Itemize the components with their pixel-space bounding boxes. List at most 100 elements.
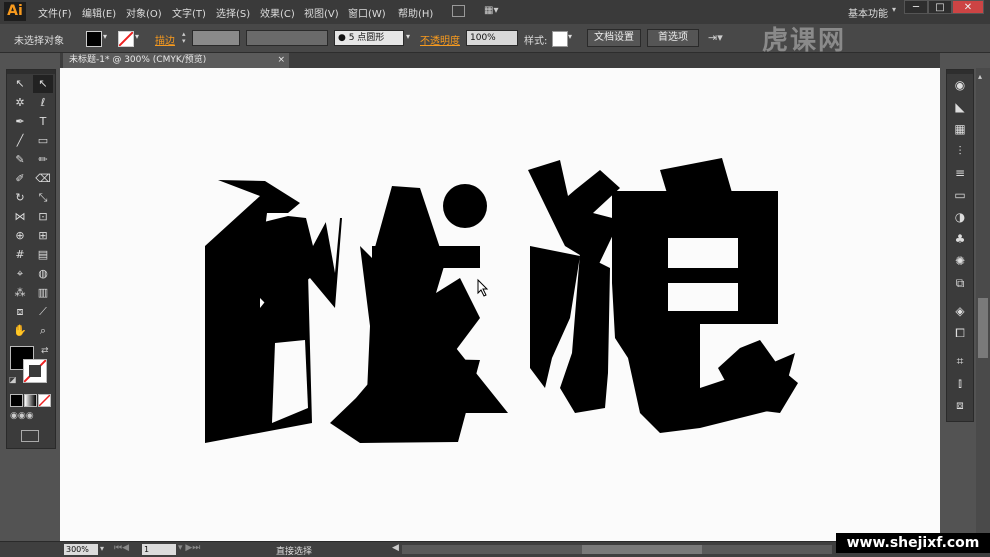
menu-effect[interactable]: 效果(C) <box>260 5 295 20</box>
chevron-down-icon[interactable]: ▾ <box>135 32 139 41</box>
color-panel-icon[interactable]: ◣ <box>952 99 968 115</box>
horizontal-scroll-thumb[interactable] <box>582 545 702 554</box>
chevron-down-icon[interactable]: ▾ <box>892 5 896 14</box>
width-tool-icon[interactable]: ⋈ <box>10 208 30 226</box>
transparency-icon[interactable]: ◑ <box>952 209 968 225</box>
chevron-down-icon[interactable]: ▾ <box>568 32 572 41</box>
first-artboard-icon[interactable]: ⏮◀ <box>114 543 129 553</box>
selection-tool-icon[interactable]: ↖ <box>10 75 30 93</box>
next-artboard-icon[interactable]: ▾ ▶⏭ <box>178 543 200 553</box>
graphic-styles-icon[interactable]: ⧉ <box>952 275 968 291</box>
color-guide-icon[interactable]: ◉ <box>952 77 968 93</box>
document-setup-button[interactable]: 文档设置 <box>587 29 641 47</box>
lasso-icon[interactable]: ℓ <box>33 94 53 112</box>
screen-mode-icon[interactable] <box>21 430 39 442</box>
paintbrush-icon[interactable]: ✎ <box>10 151 30 169</box>
vertical-scrollbar[interactable]: ▴ <box>976 68 990 541</box>
style-swatch[interactable] <box>552 31 568 47</box>
color-mode-icon[interactable] <box>10 394 23 407</box>
gradient-mode-icon[interactable] <box>24 394 37 407</box>
arrange-docs-icon[interactable]: ▦▾ <box>484 5 504 17</box>
zhan-glyph[interactable] <box>205 180 508 443</box>
swatches-icon[interactable]: ▦ <box>952 121 968 137</box>
free-transform-icon[interactable]: ⊡ <box>33 208 53 226</box>
eyedropper-icon[interactable]: ⌖ <box>10 265 30 283</box>
variable-width-field[interactable] <box>246 30 328 46</box>
menu-type[interactable]: 文字(T) <box>172 5 206 20</box>
menu-help[interactable]: 帮助(H) <box>398 5 433 20</box>
line-tool-icon[interactable]: ╱ <box>10 132 30 150</box>
symbol-sprayer-icon[interactable]: ⁂ <box>10 284 30 302</box>
pencil-icon[interactable]: ✏ <box>33 151 53 169</box>
stroke-panel-icon[interactable]: ≡ <box>952 165 968 181</box>
scroll-left-icon[interactable]: ◀ <box>392 543 399 553</box>
appearance-icon[interactable]: ✺ <box>952 253 968 269</box>
document-tab[interactable]: 未标题-1* @ 300% (CMYK/预览) × <box>63 53 289 68</box>
chevron-down-icon[interactable]: ▾ <box>406 32 410 41</box>
menu-object[interactable]: 对象(O) <box>126 5 162 20</box>
chevron-down-icon[interactable]: ▾ <box>103 32 107 41</box>
minimize-button[interactable]: ─ <box>904 0 928 14</box>
menu-file[interactable]: 文件(F) <box>38 5 72 20</box>
workspace-switcher[interactable]: 基本功能 <box>848 5 888 20</box>
eraser-icon[interactable]: ⌫ <box>33 170 53 188</box>
perspective-grid-icon[interactable]: ⊞ <box>33 227 53 245</box>
gradient-panel-icon[interactable]: ▭ <box>952 187 968 203</box>
draw-mode-icon[interactable]: ◉◉◉ <box>10 411 50 423</box>
blob-brush-icon[interactable]: ✐ <box>10 170 30 188</box>
artboards-icon[interactable]: ⧠ <box>952 325 968 341</box>
magic-wand-icon[interactable]: ✲ <box>10 94 30 112</box>
stroke-label[interactable]: 描边 <box>155 32 175 47</box>
shape-builder-icon[interactable]: ⊕ <box>10 227 30 245</box>
preferences-button[interactable]: 首选项 <box>647 29 699 47</box>
brushes-icon[interactable]: ⫶ <box>952 143 968 159</box>
scale-tool-icon[interactable]: ⤡ <box>33 189 53 207</box>
stroke-stepper[interactable]: ▴ ▾ <box>182 31 190 45</box>
scroll-up-icon[interactable]: ▴ <box>978 72 982 81</box>
menu-view[interactable]: 视图(V) <box>304 5 339 20</box>
artboard-tool-icon[interactable]: ⧈ <box>10 303 30 321</box>
mesh-tool-icon[interactable]: # <box>10 246 30 264</box>
menu-edit[interactable]: 编辑(E) <box>82 5 116 20</box>
chevron-down-icon[interactable]: ▾ <box>100 544 104 553</box>
gradient-tool-icon[interactable]: ▤ <box>33 246 53 264</box>
opacity-label[interactable]: 不透明度 <box>420 32 460 47</box>
align-icon[interactable]: ⫾ <box>952 375 968 391</box>
stroke-color-swatch[interactable] <box>23 359 47 383</box>
horizontal-scroll-track[interactable] <box>402 545 832 554</box>
scroll-thumb[interactable] <box>978 298 988 358</box>
panel-grip[interactable] <box>7 70 55 74</box>
fill-swatch[interactable] <box>86 31 102 47</box>
transform-panel-icon[interactable]: ⌗ <box>952 353 968 369</box>
artboard-field[interactable]: 1 <box>142 544 176 555</box>
panel-grip[interactable] <box>947 70 973 74</box>
swap-colors-icon[interactable]: ⇄ <box>41 346 49 356</box>
transform-icon[interactable]: ⇥▾ <box>708 31 723 44</box>
default-colors-icon[interactable]: ◪ <box>9 375 17 384</box>
column-graph-icon[interactable]: ▥ <box>33 284 53 302</box>
zoom-tool-icon[interactable]: ⌕ <box>33 322 53 340</box>
lang-glyph[interactable] <box>528 158 798 433</box>
artboard-canvas[interactable] <box>60 68 940 541</box>
rotate-tool-icon[interactable]: ↻ <box>10 189 30 207</box>
maximize-button[interactable]: □ <box>928 0 952 14</box>
pen-tool-icon[interactable]: ✒ <box>10 113 30 131</box>
blend-tool-icon[interactable]: ◍ <box>33 265 53 283</box>
pathfinder-icon[interactable]: ⧈ <box>952 397 968 413</box>
rectangle-tool-icon[interactable]: ▭ <box>33 132 53 150</box>
type-tool-icon[interactable]: T <box>33 113 53 131</box>
opacity-field[interactable]: 100% <box>466 30 518 46</box>
bridge-icon[interactable] <box>452 5 465 17</box>
direct-selection-tool-icon[interactable]: ↖ <box>33 75 53 93</box>
stroke-weight-field[interactable] <box>192 30 240 46</box>
close-button[interactable]: ✕ <box>952 0 984 14</box>
hand-tool-icon[interactable]: ✋ <box>10 322 30 340</box>
none-mode-icon[interactable] <box>38 394 51 407</box>
zoom-field[interactable]: 300% <box>64 544 98 555</box>
stroke-swatch[interactable] <box>118 31 134 47</box>
menu-window[interactable]: 窗口(W) <box>348 5 386 20</box>
brush-field[interactable]: ● 5 点圆形 <box>334 30 404 46</box>
slice-tool-icon[interactable]: ⟋ <box>33 303 53 321</box>
layers-icon[interactable]: ◈ <box>952 303 968 319</box>
symbols-icon[interactable]: ♣ <box>952 231 968 247</box>
